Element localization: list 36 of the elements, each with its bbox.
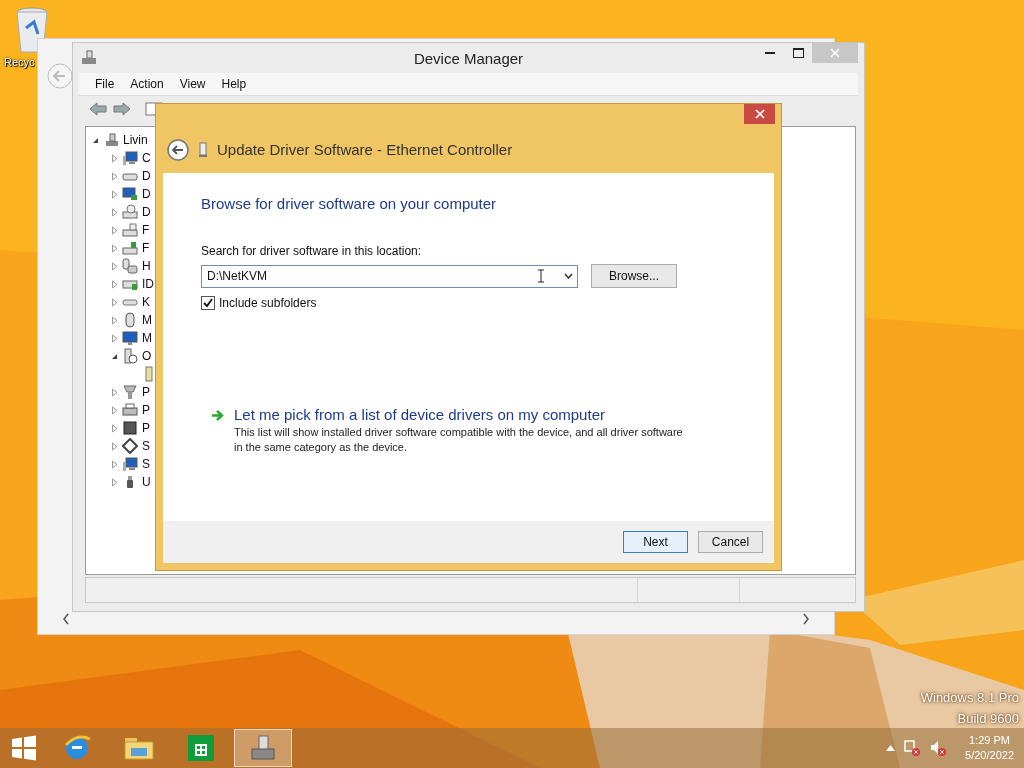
tree-item[interactable]: D — [142, 169, 151, 183]
menu-item[interactable]: Action — [122, 77, 172, 91]
tree-item[interactable]: P — [142, 403, 150, 417]
tree-item[interactable]: C — [142, 151, 151, 165]
menu-item[interactable]: File — [87, 77, 123, 91]
tree-item[interactable]: M — [142, 331, 152, 345]
tree-item[interactable]: M — [142, 313, 152, 327]
tree-item[interactable]: S — [142, 439, 150, 453]
watermark-text: Windows 8.1 Pro — [920, 690, 1019, 705]
tree-item[interactable]: S — [142, 457, 150, 471]
dialog-button[interactable]: Cancel — [698, 531, 763, 553]
checkbox-label: Include subfolders — [219, 296, 317, 310]
field-label: Search for driver software in this location: — [201, 244, 423, 258]
browse-button[interactable]: Browse... — [591, 264, 677, 288]
tree-item[interactable]: H — [142, 259, 151, 273]
tree-item[interactable]: P — [142, 421, 150, 435]
location-combo[interactable]: D:\NetKVM — [201, 264, 578, 288]
tree-item[interactable]: U — [142, 475, 151, 489]
pick-driver-link[interactable]: Let me pick from a list of device drivers on my computer — [234, 406, 684, 423]
tree-item[interactable]: O — [142, 349, 152, 363]
menu-item[interactable]: View — [171, 77, 214, 91]
tree-item[interactable]: D — [142, 187, 151, 201]
tree-item[interactable]: K — [142, 295, 150, 309]
watermark-text: Build 9600 — [957, 711, 1019, 726]
window-title: Device Manager — [413, 49, 524, 67]
tree-item[interactable]: P — [142, 385, 150, 399]
menu-item[interactable]: Help — [213, 77, 255, 91]
dialog-button[interactable]: Next — [623, 531, 688, 553]
link-description: This list will show installed driver software compatible with the device, and all driver software in the same category as the device. — [234, 425, 684, 455]
tree-item[interactable]: F — [142, 241, 150, 255]
tree-item[interactable]: F — [142, 223, 150, 237]
tree-item[interactable]: ID — [142, 277, 154, 291]
tree-item[interactable]: D — [142, 205, 151, 219]
tree-item[interactable]: Livin — [123, 133, 148, 147]
page-heading: Browse for driver software on your computer — [201, 195, 498, 212]
dialog-title: Update Driver Software - Ethernet Controller — [217, 141, 513, 158]
